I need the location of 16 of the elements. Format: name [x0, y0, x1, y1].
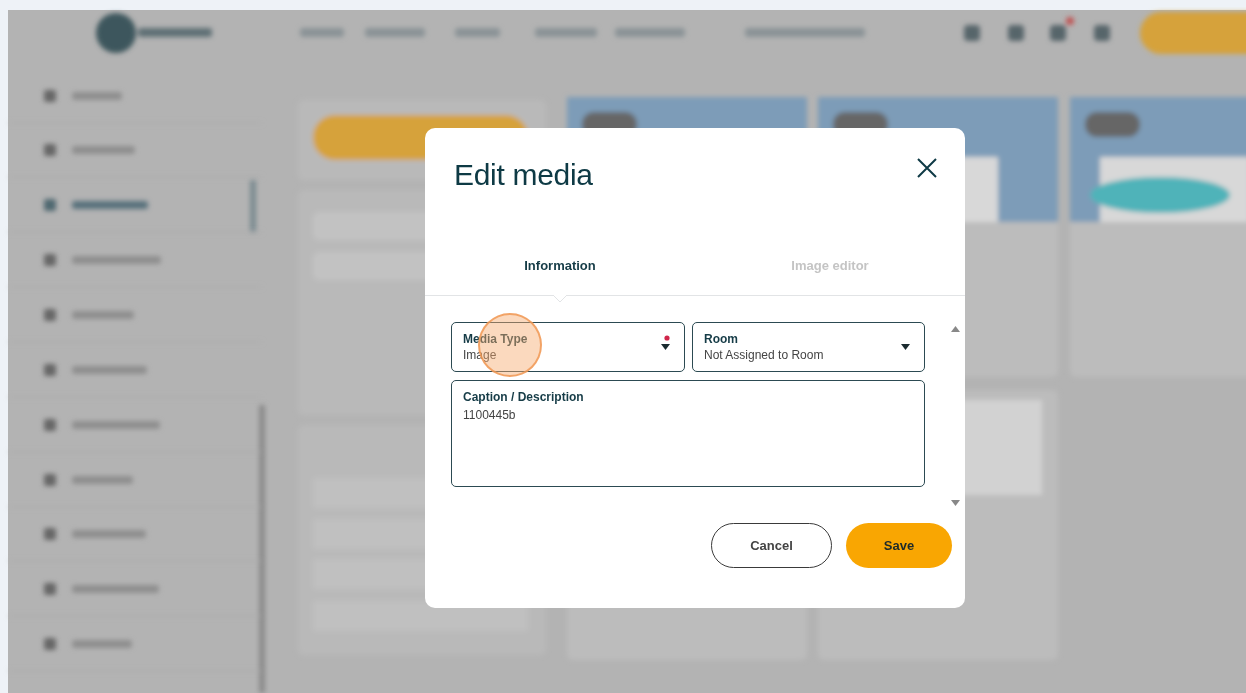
cancel-button[interactable]: Cancel: [711, 523, 832, 568]
field-value: Not Assigned to Room: [704, 348, 825, 362]
close-icon[interactable]: [917, 158, 937, 178]
dialog-title: Edit media: [454, 158, 593, 192]
caret-icon: [661, 344, 670, 350]
scroll-down-icon[interactable]: [951, 500, 960, 506]
select-field[interactable]: Room Not Assigned to Room: [692, 322, 925, 372]
field-value: 1100445b: [463, 408, 516, 422]
caret-icon: [901, 344, 910, 350]
field-value: Image: [463, 348, 498, 362]
tab[interactable]: Information: [520, 256, 600, 275]
field-label: Room: [704, 332, 739, 346]
save-button[interactable]: Save: [846, 523, 952, 568]
caption-field[interactable]: Caption / Description 1100445b: [451, 380, 925, 487]
scroll-up-icon[interactable]: [951, 326, 960, 332]
field-label: Caption / Description: [463, 390, 584, 404]
